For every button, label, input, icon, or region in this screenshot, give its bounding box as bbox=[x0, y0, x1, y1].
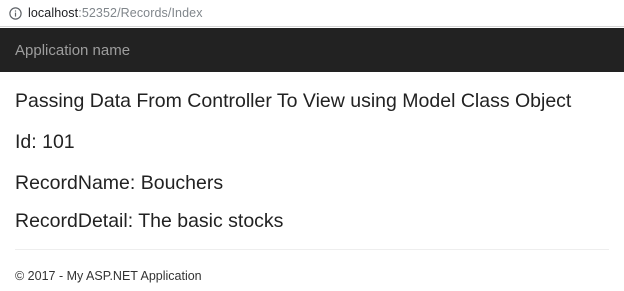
browser-address-bar[interactable]: localhost:52352/Records/Index bbox=[0, 0, 624, 27]
record-name: RecordName: Bouchers bbox=[15, 172, 224, 194]
record-id: Id: 101 bbox=[15, 131, 75, 153]
footer-divider bbox=[15, 249, 609, 250]
url-host: localhost bbox=[28, 6, 79, 20]
brand-link[interactable]: Application name bbox=[15, 42, 130, 59]
url-text[interactable]: localhost:52352/Records/Index bbox=[28, 6, 203, 20]
record-detail: RecordDetail: The basic stocks bbox=[15, 210, 284, 232]
page-heading: Passing Data From Controller To View usi… bbox=[15, 90, 572, 112]
footer-text: © 2017 - My ASP.NET Application bbox=[15, 269, 202, 283]
info-icon[interactable] bbox=[9, 6, 22, 20]
navbar: Application name bbox=[0, 28, 624, 72]
url-path: :52352/Records/Index bbox=[78, 6, 203, 20]
